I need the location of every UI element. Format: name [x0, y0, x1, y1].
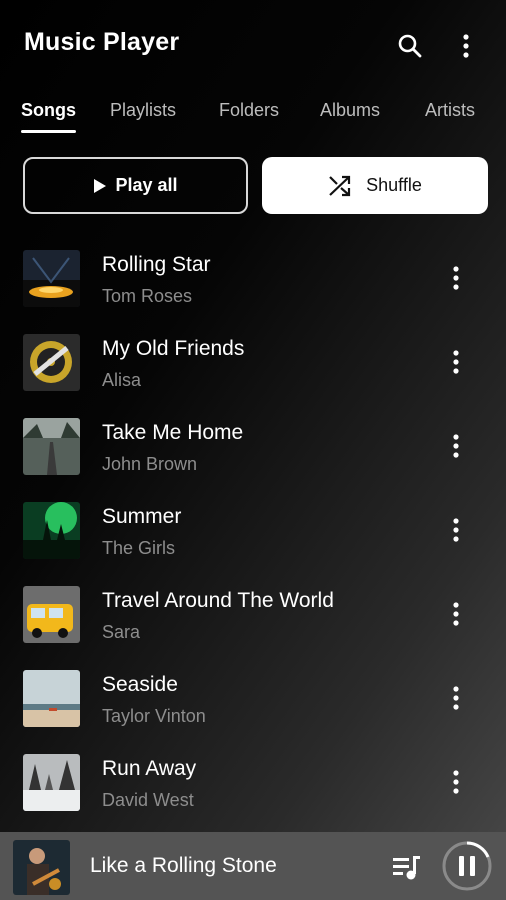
pause-icon: [442, 841, 492, 891]
song-more-icon[interactable]: [442, 262, 470, 294]
song-row[interactable]: Run Away David West: [0, 744, 506, 828]
active-tab-indicator: [21, 130, 76, 133]
song-more-icon[interactable]: [442, 766, 470, 798]
app-title: Music Player: [24, 28, 180, 56]
play-all-label: Play all: [115, 175, 178, 195]
song-more-icon[interactable]: [442, 346, 470, 378]
play-icon: [94, 178, 107, 193]
tab-bar: Songs Playlists Folders Albums Artists: [0, 96, 506, 140]
queue-music-icon[interactable]: [390, 850, 424, 884]
song-artist: David West: [102, 790, 194, 810]
song-more-icon[interactable]: [442, 598, 470, 630]
song-row[interactable]: Seaside Taylor Vinton: [0, 660, 506, 744]
pause-button[interactable]: [441, 840, 493, 892]
tab-playlists[interactable]: Playlists: [110, 100, 176, 121]
song-artist: The Girls: [102, 538, 176, 558]
album-art: [23, 670, 80, 727]
shuffle-button[interactable]: Shuffle: [262, 157, 488, 214]
song-title: Rolling Star: [102, 253, 211, 276]
song-row[interactable]: My Old Friends Alisa: [0, 324, 506, 408]
album-art: [23, 502, 80, 559]
song-artist: Alisa: [102, 370, 142, 390]
album-art: [23, 418, 80, 475]
song-title: Run Away: [102, 757, 197, 780]
shuffle-label: Shuffle: [366, 175, 422, 195]
now-playing-title: Like a Rolling Stone: [90, 854, 277, 877]
song-row[interactable]: Travel Around The World Sara: [0, 576, 506, 660]
app-header: Music Player: [0, 0, 506, 88]
album-art: [23, 754, 80, 811]
play-all-button[interactable]: Play all: [23, 157, 248, 214]
song-title: Seaside: [102, 673, 178, 696]
song-more-icon[interactable]: [442, 682, 470, 714]
more-vert-icon[interactable]: [450, 30, 482, 62]
album-art: [23, 586, 80, 643]
song-artist: John Brown: [102, 454, 198, 474]
song-artist: Tom Roses: [102, 286, 193, 306]
album-art: [23, 250, 80, 307]
song-artist: Taylor Vinton: [102, 706, 206, 726]
song-row[interactable]: Take Me Home John Brown: [0, 408, 506, 492]
tab-albums[interactable]: Albums: [320, 100, 380, 121]
song-title: My Old Friends: [102, 337, 245, 360]
now-playing-album-art: [13, 840, 70, 895]
song-row[interactable]: Summer The Girls: [0, 492, 506, 576]
search-icon[interactable]: [394, 30, 426, 62]
song-row[interactable]: Rolling Star Tom Roses: [0, 240, 506, 324]
song-more-icon[interactable]: [442, 430, 470, 462]
tab-folders[interactable]: Folders: [219, 100, 279, 121]
song-more-icon[interactable]: [442, 514, 470, 546]
tab-artists[interactable]: Artists: [425, 100, 475, 121]
song-title: Take Me Home: [102, 421, 244, 444]
album-art: [23, 334, 80, 391]
song-title: Summer: [102, 505, 182, 528]
now-playing-bar[interactable]: Like a Rolling Stone: [0, 832, 506, 900]
song-title: Travel Around The World: [102, 589, 334, 612]
shuffle-icon: [329, 175, 351, 196]
song-artist: Sara: [102, 622, 141, 642]
tab-songs[interactable]: Songs: [21, 100, 76, 121]
